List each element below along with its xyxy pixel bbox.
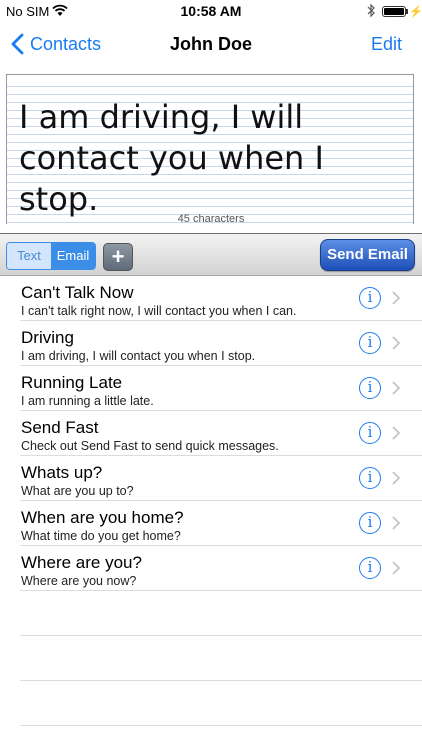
list-item-title: Running Late [21,373,123,392]
list-item[interactable]: Driving I am driving, I will contact you… [0,321,422,366]
chevron-right-icon [392,426,400,440]
info-icon[interactable]: i [359,332,381,354]
message-text[interactable]: I am driving, I will contact you when I … [19,97,409,220]
empty-row [0,681,422,726]
list-item[interactable]: Send Fast Check out Send Fast to send qu… [0,411,422,456]
plus-icon: + [111,244,125,269]
empty-row [0,636,422,681]
chevron-right-icon [392,561,400,575]
clock: 10:58 AM [180,3,242,19]
info-icon[interactable]: i [359,422,381,444]
segment-text[interactable]: Text [7,243,51,269]
chevron-right-icon [392,336,400,350]
chevron-right-icon [392,291,400,305]
list-item-title: Can't Talk Now [21,283,134,302]
list-item-body: I am driving, I will contact you when I … [21,349,256,363]
list-item-body: What time do you get home? [21,529,181,543]
list-item-title: Where are you? [21,553,142,572]
list-item[interactable]: Running Late I am running a little late.… [0,366,422,411]
info-icon[interactable]: i [359,377,381,399]
list-item-title: When are you home? [21,508,184,527]
battery-tip [406,9,408,14]
back-button[interactable]: Contacts [10,32,101,56]
list-item-title: Driving [21,328,74,347]
info-icon[interactable]: i [359,557,381,579]
send-email-button[interactable]: Send Email [320,239,415,271]
back-button-label: Contacts [30,33,102,54]
bluetooth-icon [367,3,375,18]
list-item[interactable]: Can't Talk Now I can't talk right now, I… [0,276,422,321]
segment-email[interactable]: Email [51,243,95,269]
message-type-segmented-control: Text Email [6,242,96,270]
info-icon[interactable]: i [359,512,381,534]
list-item[interactable]: When are you home? What time do you get … [0,501,422,546]
list-item-title: Send Fast [21,418,99,437]
info-icon[interactable]: i [359,467,381,489]
chevron-right-icon [392,381,400,395]
message-paper[interactable]: I am driving, I will contact you when I … [6,74,414,224]
list-item-body: Check out Send Fast to send quick messag… [21,439,279,453]
status-bar: No SIM 10:58 AM ⚡ [0,0,422,22]
list-item-body: I am running a little late. [21,394,154,408]
chevron-right-icon [392,516,400,530]
chevron-right-icon [392,471,400,485]
chevron-left-icon [11,33,24,55]
message-list: Can't Talk Now I can't talk right now, I… [0,276,422,591]
battery-icon [382,6,406,17]
character-count: 45 characters [177,213,245,225]
empty-row [0,591,422,636]
list-item-body: Where are you now? [21,574,137,588]
list-item[interactable]: Whats up? What are you up to? i [0,456,422,501]
list-item-title: Whats up? [21,463,103,482]
edit-button[interactable]: Edit [371,34,402,55]
list-item-body: What are you up to? [21,484,134,498]
empty-list-area [0,591,422,726]
info-icon[interactable]: i [359,287,381,309]
charging-icon: ⚡ [409,6,422,18]
list-item-body: I can't talk right now, I will contact y… [21,304,297,318]
add-message-button[interactable]: + [103,243,133,271]
navigation-bar: Contacts John Doe Edit [0,22,422,66]
toolbar: Text Email + Send Email [0,233,422,276]
list-item[interactable]: Where are you? Where are you now? i [0,546,422,591]
message-composer: I am driving, I will contact you when I … [0,66,422,232]
